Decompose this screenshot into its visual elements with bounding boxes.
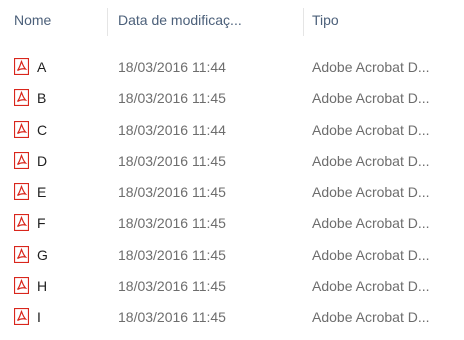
- file-name: G: [37, 246, 48, 263]
- file-date-modified: 18/03/2016 11:45: [118, 184, 226, 201]
- column-header-type[interactable]: Tipo: [312, 12, 339, 28]
- file-name: B: [37, 90, 47, 107]
- file-row[interactable]: B 18/03/2016 11:45 Adobe Acrobat D...: [0, 85, 464, 116]
- file-type: Adobe Acrobat D...: [312, 215, 430, 232]
- pdf-file-icon: [13, 120, 30, 138]
- file-date-modified: 18/03/2016 11:45: [118, 90, 226, 107]
- file-type: Adobe Acrobat D...: [312, 278, 430, 295]
- column-header-name[interactable]: Nome: [14, 12, 51, 28]
- file-row[interactable]: C 18/03/2016 11:44 Adobe Acrobat D...: [0, 117, 464, 148]
- column-divider[interactable]: [303, 8, 304, 36]
- file-name: F: [37, 215, 46, 232]
- file-list: A 18/03/2016 11:44 Adobe Acrobat D... B …: [0, 54, 464, 336]
- pdf-file-icon: [13, 151, 30, 169]
- file-type: Adobe Acrobat D...: [312, 184, 430, 201]
- column-divider[interactable]: [107, 8, 108, 36]
- file-type: Adobe Acrobat D...: [312, 121, 430, 138]
- file-row[interactable]: I 18/03/2016 11:45 Adobe Acrobat D...: [0, 304, 464, 335]
- file-type: Adobe Acrobat D...: [312, 59, 430, 75]
- column-header-date-modified[interactable]: Data de modificaç...: [118, 12, 242, 28]
- pdf-file-icon: [13, 245, 30, 263]
- pdf-file-icon: [13, 89, 30, 107]
- pdf-file-icon: [13, 276, 30, 295]
- file-date-modified: 18/03/2016 11:44: [118, 59, 226, 75]
- file-type: Adobe Acrobat D...: [312, 152, 430, 169]
- pdf-file-icon: [13, 57, 30, 76]
- file-row[interactable]: A 18/03/2016 11:44 Adobe Acrobat D...: [0, 54, 464, 85]
- pdf-file-icon: [13, 308, 30, 326]
- file-row[interactable]: F 18/03/2016 11:45 Adobe Acrobat D...: [0, 210, 464, 241]
- file-date-modified: 18/03/2016 11:45: [118, 152, 226, 169]
- file-row[interactable]: E 18/03/2016 11:45 Adobe Acrobat D...: [0, 179, 464, 210]
- file-date-modified: 18/03/2016 11:44: [118, 121, 226, 138]
- column-header-row: Nome Data de modificaç... Tipo: [0, 0, 464, 40]
- file-row[interactable]: G 18/03/2016 11:45 Adobe Acrobat D...: [0, 242, 464, 273]
- file-type: Adobe Acrobat D...: [312, 90, 430, 107]
- file-row[interactable]: H 18/03/2016 11:45 Adobe Acrobat D...: [0, 273, 464, 304]
- file-type: Adobe Acrobat D...: [312, 309, 430, 326]
- pdf-file-icon: [13, 183, 30, 201]
- file-date-modified: 18/03/2016 11:45: [118, 215, 226, 232]
- file-name: H: [37, 278, 48, 295]
- file-date-modified: 18/03/2016 11:45: [118, 309, 226, 326]
- file-date-modified: 18/03/2016 11:45: [118, 278, 226, 295]
- file-name: D: [37, 152, 48, 169]
- file-name: I: [37, 309, 41, 326]
- file-name: E: [37, 184, 47, 201]
- file-type: Adobe Acrobat D...: [312, 246, 430, 263]
- file-row[interactable]: D 18/03/2016 11:45 Adobe Acrobat D...: [0, 148, 464, 179]
- file-name: A: [37, 59, 47, 75]
- file-date-modified: 18/03/2016 11:45: [118, 246, 226, 263]
- file-name: C: [37, 121, 48, 138]
- pdf-file-icon: [13, 214, 30, 232]
